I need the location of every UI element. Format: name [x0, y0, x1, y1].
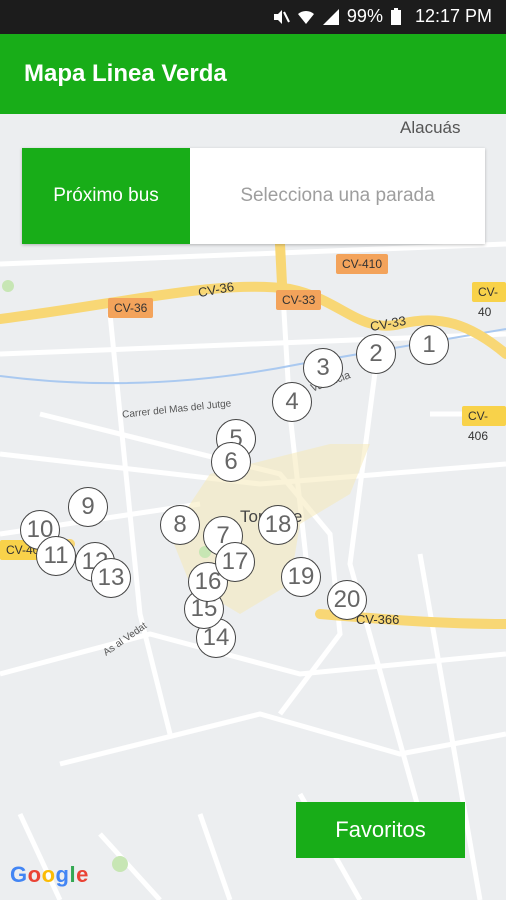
bus-stop-marker-20[interactable]: 20: [327, 580, 367, 620]
wifi-icon: [297, 8, 315, 26]
status-bar: 99% 12:17 PM: [0, 0, 506, 34]
battery-icon: [390, 7, 408, 26]
place-label-alacuas: Alacuás: [400, 118, 461, 137]
mute-icon: [272, 8, 290, 26]
bus-stop-marker-17[interactable]: 17: [215, 542, 255, 582]
app-title: Mapa Linea Verda: [24, 60, 227, 87]
bus-stop-marker-18[interactable]: 18: [258, 505, 298, 545]
bus-stop-marker-3[interactable]: 3: [303, 348, 343, 388]
google-logo: Google: [10, 862, 89, 887]
road-shield-cv40: CV-40: [472, 282, 506, 319]
road-label-cv366: CV-366: [356, 612, 400, 627]
road-shield-cv410: CV-410: [336, 254, 389, 274]
app-bar: Mapa Linea Verda: [0, 34, 506, 114]
road-shield-cv406: CV-406: [462, 406, 506, 443]
next-bus-button[interactable]: Próximo bus: [22, 148, 190, 244]
bus-stop-marker-9[interactable]: 9: [68, 487, 108, 527]
favorites-button[interactable]: Favoritos: [296, 802, 465, 858]
signal-icon: [322, 8, 340, 26]
road-shield-cv36: CV-36: [108, 298, 154, 318]
bus-search-card: Próximo bus Selecciona una parada: [22, 148, 485, 244]
stop-selector[interactable]: Selecciona una parada: [190, 148, 485, 244]
bus-stop-marker-4[interactable]: 4: [272, 382, 312, 422]
bus-stop-marker-1[interactable]: 1: [409, 325, 449, 365]
battery-percent: 99%: [346, 6, 383, 26]
clock: 12:17 PM: [414, 6, 492, 26]
road-shield-cv33: CV-33: [276, 290, 322, 310]
bus-stop-marker-13[interactable]: 13: [91, 558, 131, 598]
bus-stop-marker-19[interactable]: 19: [281, 557, 321, 597]
bus-stop-marker-6[interactable]: 6: [211, 442, 251, 482]
bus-stop-marker-8[interactable]: 8: [160, 505, 200, 545]
bus-stop-marker-11[interactable]: 11: [36, 536, 76, 576]
bus-stop-marker-2[interactable]: 2: [356, 334, 396, 374]
